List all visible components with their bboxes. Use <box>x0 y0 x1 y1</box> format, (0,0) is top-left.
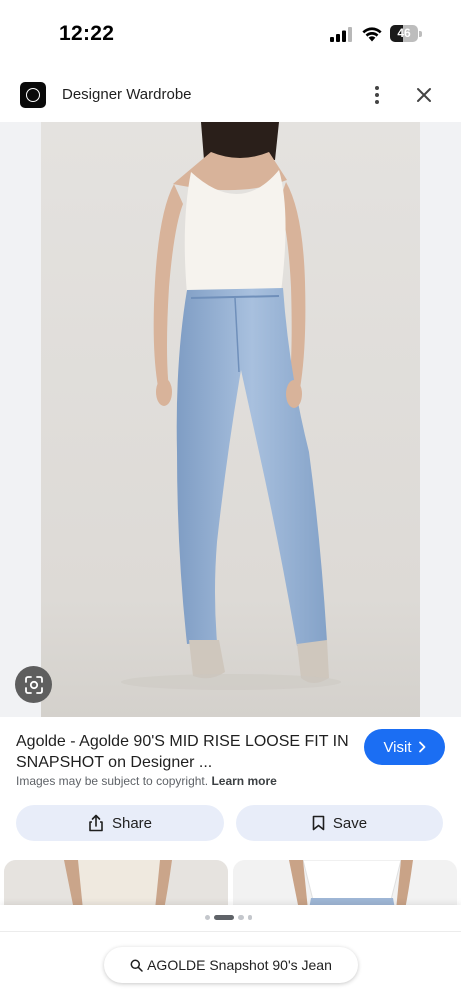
signal-icon <box>330 27 352 42</box>
visit-label: Visit <box>383 738 412 756</box>
wifi-icon <box>362 27 382 42</box>
status-time: 12:22 <box>59 22 115 45</box>
bottom-sheet: AGOLDE Snapshot 90's Jean <box>0 905 461 1000</box>
copyright-notice: Images may be subject to copyright. Lear… <box>16 774 277 788</box>
share-icon <box>89 814 103 832</box>
result-title[interactable]: Agolde - Agolde 90'S MID RISE LOOSE FIT … <box>16 731 351 773</box>
image-viewer[interactable] <box>0 122 461 717</box>
search-chip[interactable]: AGOLDE Snapshot 90's Jean <box>104 947 358 983</box>
lens-button[interactable] <box>15 666 52 703</box>
battery-percent: 46 <box>397 26 411 40</box>
search-icon <box>130 959 143 972</box>
copyright-text: Images may be subject to copyright. <box>16 774 209 788</box>
product-image[interactable] <box>41 122 420 717</box>
close-icon[interactable] <box>413 84 435 106</box>
divider <box>0 931 461 932</box>
related-thumbnail[interactable] <box>233 860 457 906</box>
related-thumbnail[interactable] <box>4 860 228 906</box>
page-header: Designer Wardrobe <box>0 70 461 122</box>
bookmark-icon <box>312 815 325 831</box>
page-indicator <box>205 915 252 920</box>
save-button[interactable]: Save <box>236 805 443 841</box>
share-button[interactable]: Share <box>16 805 224 841</box>
learn-more-link[interactable]: Learn more <box>211 774 276 788</box>
status-bar: 12:22 46 <box>0 0 461 70</box>
site-name[interactable]: Designer Wardrobe <box>62 86 192 103</box>
more-vert-icon[interactable] <box>366 84 388 106</box>
site-logo[interactable] <box>20 82 46 108</box>
lens-icon <box>24 675 43 694</box>
search-query: AGOLDE Snapshot 90's Jean <box>147 957 332 973</box>
battery-icon: 46 <box>390 25 422 42</box>
save-label: Save <box>332 814 368 832</box>
related-results <box>0 860 461 906</box>
share-label: Share <box>111 814 153 832</box>
chevron-right-icon <box>418 741 425 753</box>
visit-button[interactable]: Visit <box>364 729 445 765</box>
